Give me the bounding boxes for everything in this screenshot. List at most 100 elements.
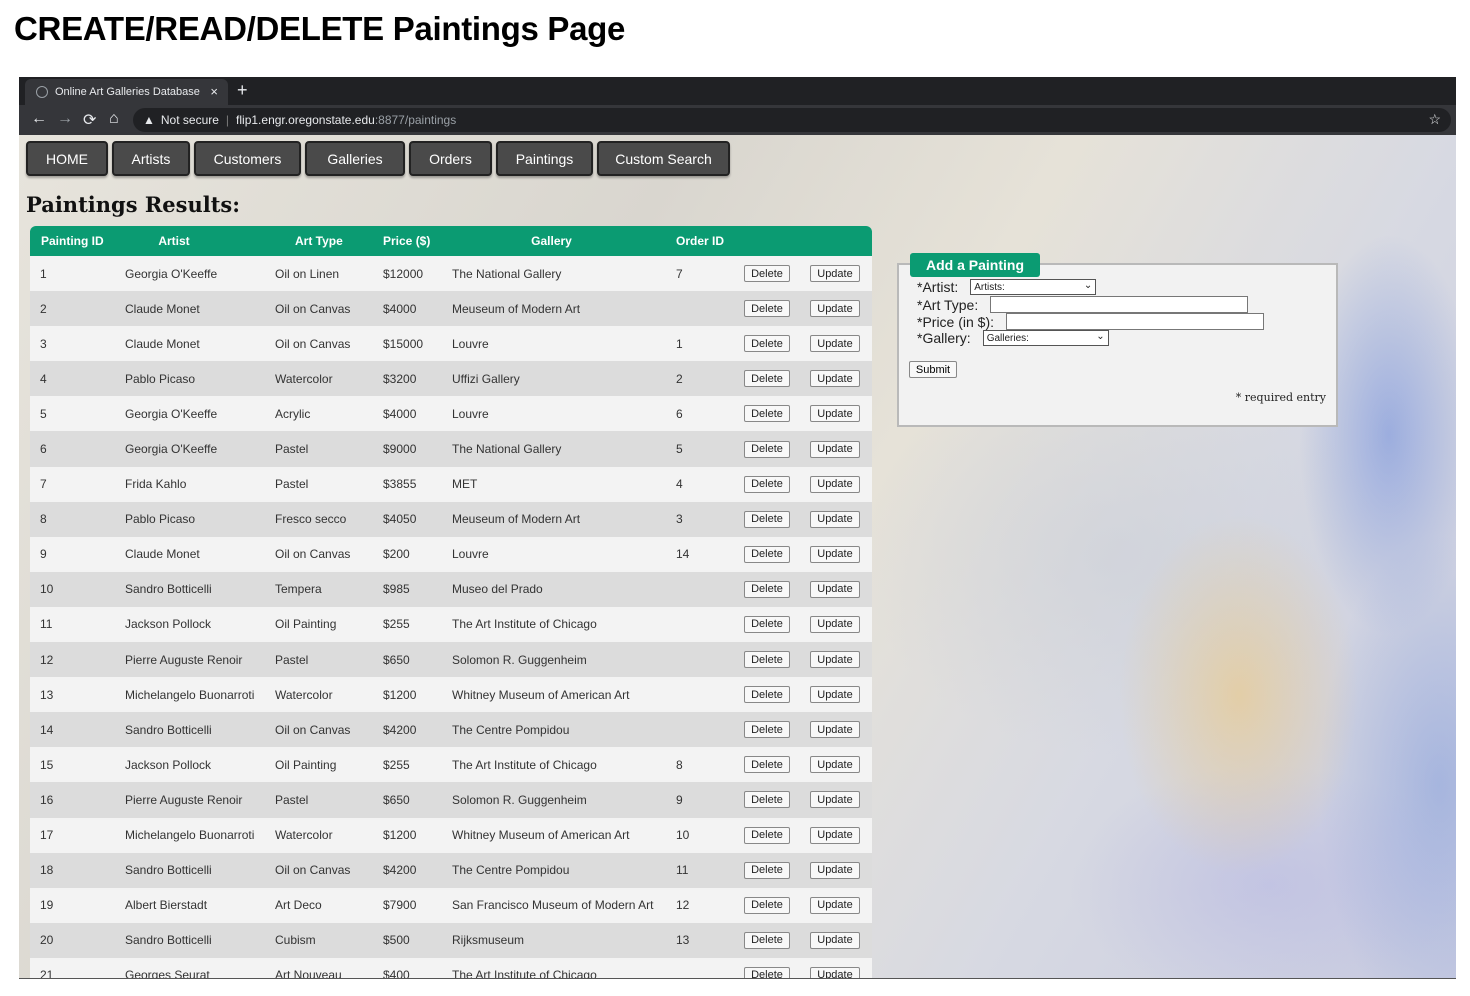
delete-button[interactable]: Delete bbox=[744, 545, 790, 563]
address-bar[interactable]: ▲ Not secure | flip1.engr.oregonstate.ed… bbox=[133, 108, 1451, 132]
delete-button[interactable]: Delete bbox=[744, 580, 790, 598]
update-button[interactable]: Update bbox=[810, 686, 860, 704]
header-painting-id: Painting ID bbox=[41, 234, 104, 248]
cell-artist: Jackson Pollock bbox=[125, 757, 212, 772]
cell-painting-id: 5 bbox=[40, 406, 47, 421]
cell-gallery: The Centre Pompidou bbox=[452, 722, 570, 737]
update-button[interactable]: Update bbox=[810, 545, 860, 563]
update-button[interactable]: Update bbox=[810, 405, 860, 423]
table-row: 5 Georgia O'Keeffe Acrylic $4000 Louvre 6 Dele… bbox=[30, 396, 872, 432]
delete-button[interactable]: Delete bbox=[744, 335, 790, 353]
delete-button[interactable]: Delete bbox=[744, 440, 790, 458]
close-tab-icon[interactable]: × bbox=[210, 84, 218, 99]
art-type-input[interactable] bbox=[990, 296, 1249, 313]
bookmark-star-icon[interactable]: ☆ bbox=[1428, 111, 1441, 128]
cell-painting-id: 16 bbox=[40, 792, 54, 807]
delete-button[interactable]: Delete bbox=[744, 651, 790, 669]
delete-button[interactable]: Delete bbox=[744, 896, 790, 914]
cell-painting-id: 18 bbox=[40, 863, 54, 878]
delete-button[interactable]: Delete bbox=[744, 265, 790, 283]
browser-tab[interactable]: Online Art Galleries Database × bbox=[25, 79, 228, 105]
cell-art-type: Acrylic bbox=[275, 406, 311, 421]
gallery-select[interactable]: Galleries: ⌄ bbox=[982, 330, 1109, 346]
update-button[interactable]: Update bbox=[810, 791, 860, 809]
update-button[interactable]: Update bbox=[810, 440, 860, 458]
cell-price: $4200 bbox=[383, 722, 417, 737]
tab-strip: Online Art Galleries Database × + bbox=[19, 77, 1456, 105]
update-button[interactable]: Update bbox=[810, 721, 860, 739]
cell-order-id: 7 bbox=[676, 266, 683, 281]
delete-button[interactable]: Delete bbox=[744, 405, 790, 423]
update-button[interactable]: Update bbox=[810, 580, 860, 598]
update-button[interactable]: Update bbox=[810, 335, 860, 353]
update-button[interactable]: Update bbox=[810, 615, 860, 633]
delete-button[interactable]: Delete bbox=[744, 791, 790, 809]
cell-price: $4050 bbox=[383, 512, 417, 527]
home-icon[interactable]: ⌂ bbox=[109, 110, 119, 128]
nav-custom-search-button[interactable]: Custom Search bbox=[597, 141, 730, 176]
delete-button[interactable]: Delete bbox=[744, 370, 790, 388]
delete-button[interactable]: Delete bbox=[744, 861, 790, 879]
nav-artists-button[interactable]: Artists bbox=[112, 141, 190, 176]
update-button[interactable]: Update bbox=[810, 651, 860, 669]
delete-button[interactable]: Delete bbox=[744, 615, 790, 633]
update-button[interactable]: Update bbox=[810, 896, 860, 914]
new-tab-icon[interactable]: + bbox=[237, 80, 248, 101]
nav-customers-button[interactable]: Customers bbox=[194, 141, 301, 176]
cell-order-id: 1 bbox=[676, 336, 683, 351]
table-row: 3 Claude Monet Oil on Canvas $15000 Louvre 1 D… bbox=[30, 326, 872, 362]
delete-button[interactable]: Delete bbox=[744, 686, 790, 704]
nav-galleries-button[interactable]: Galleries bbox=[305, 141, 405, 176]
reload-icon[interactable]: ⟳ bbox=[83, 110, 96, 130]
cell-painting-id: 8 bbox=[40, 512, 47, 527]
nav-orders-button[interactable]: Orders bbox=[409, 141, 492, 176]
cell-artist: Jackson Pollock bbox=[125, 617, 212, 632]
cell-gallery: Meuseum of Modern Art bbox=[452, 301, 581, 316]
cell-gallery: Museo del Prado bbox=[452, 582, 543, 597]
cell-price: $1200 bbox=[383, 687, 417, 702]
price-input[interactable] bbox=[1006, 313, 1265, 330]
forward-icon[interactable]: → bbox=[57, 110, 73, 128]
delete-button[interactable]: Delete bbox=[744, 931, 790, 949]
submit-button[interactable]: Submit bbox=[909, 361, 957, 378]
back-icon[interactable]: ← bbox=[31, 110, 47, 128]
cell-art-type: Pastel bbox=[275, 477, 309, 492]
artist-select[interactable]: Artists: ⌄ bbox=[970, 279, 1097, 295]
nav-home-button[interactable]: HOME bbox=[26, 141, 108, 176]
update-button[interactable]: Update bbox=[810, 300, 860, 318]
cell-artist: Sandro Botticelli bbox=[125, 933, 212, 948]
cell-artist: Sandro Botticelli bbox=[125, 863, 212, 878]
nav-paintings-button[interactable]: Paintings bbox=[496, 141, 593, 176]
delete-button[interactable]: Delete bbox=[744, 756, 790, 774]
update-button[interactable]: Update bbox=[810, 475, 860, 493]
delete-button[interactable]: Delete bbox=[744, 510, 790, 528]
delete-button[interactable]: Delete bbox=[744, 966, 790, 978]
update-button[interactable]: Update bbox=[810, 510, 860, 528]
update-button[interactable]: Update bbox=[810, 826, 860, 844]
cell-price: $650 bbox=[383, 792, 410, 807]
delete-button[interactable]: Delete bbox=[744, 300, 790, 318]
cell-artist: Frida Kahlo bbox=[125, 477, 187, 492]
cell-artist: Georgia O'Keeffe bbox=[125, 442, 218, 457]
paintings-table: Painting ID Artist Art Type Price ($) Ga… bbox=[30, 226, 872, 978]
update-button[interactable]: Update bbox=[810, 265, 860, 283]
cell-gallery: Solomon R. Guggenheim bbox=[452, 792, 587, 807]
update-button[interactable]: Update bbox=[810, 370, 860, 388]
cell-painting-id: 2 bbox=[40, 301, 47, 316]
cell-price: $9000 bbox=[383, 442, 417, 457]
table-row: 17 Michelangelo Buonarroti Watercolor $1200… bbox=[30, 817, 872, 853]
cell-art-type: Pastel bbox=[275, 652, 309, 667]
update-button[interactable]: Update bbox=[810, 966, 860, 978]
delete-button[interactable]: Delete bbox=[744, 826, 790, 844]
delete-button[interactable]: Delete bbox=[744, 721, 790, 739]
table-header: Painting ID Artist Art Type Price ($) Ga… bbox=[30, 226, 872, 256]
update-button[interactable]: Update bbox=[810, 931, 860, 949]
cell-gallery: Louvre bbox=[452, 547, 489, 562]
update-button[interactable]: Update bbox=[810, 861, 860, 879]
gallery-label: *Gallery: bbox=[917, 330, 971, 346]
delete-button[interactable]: Delete bbox=[744, 475, 790, 493]
header-price: Price ($) bbox=[383, 234, 431, 248]
cell-artist: Pablo Picaso bbox=[125, 371, 196, 386]
update-button[interactable]: Update bbox=[810, 756, 860, 774]
add-painting-form: Add a Painting *Artist: Artists: ⌄ *Art T… bbox=[897, 253, 1338, 427]
